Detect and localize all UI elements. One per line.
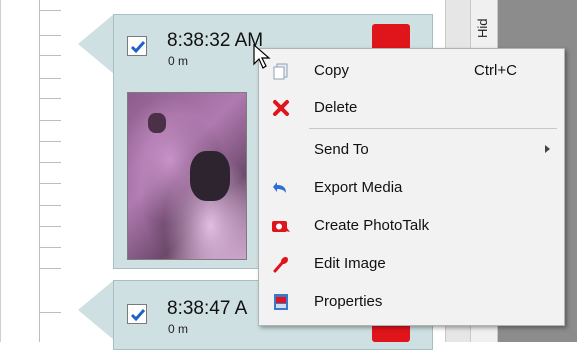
properties-icon [274,294,288,310]
timeline-left-border [0,0,1,342]
timeline-tick [39,226,61,227]
card-checkbox[interactable] [127,304,147,324]
menu-item-label: Send To [314,141,369,158]
phototalk-icon [272,221,290,232]
timeline-tick [39,268,61,269]
timeline-tick [39,183,61,184]
timeline-tick [39,141,61,142]
checkmark-icon [130,309,146,322]
menu-item-delete[interactable]: Delete [259,89,564,126]
card-distance: 0 m [168,322,189,336]
menu-item-create-phototalk[interactable]: Create PhotoTalk [259,207,564,244]
menu-item-copy[interactable]: Copy Ctrl+C [259,52,564,89]
context-menu: Copy Ctrl+C Delete Send To Export Media … [258,48,565,326]
menu-item-label: Create PhotoTalk [314,217,430,234]
timeline-tick [39,205,61,206]
copy-icon [273,63,288,80]
media-thumbnail[interactable] [127,92,247,260]
mouse-pointer-icon [253,44,271,69]
timeline-ruler [0,0,78,342]
menu-item-label: Copy [314,62,350,79]
card-time: 8:38:47 A [167,298,248,319]
card-pointer [78,14,114,74]
menu-item-label: Export Media [314,179,403,196]
menu-item-send-to[interactable]: Send To [259,131,564,168]
timeline-axis [39,0,40,342]
timeline-tick [39,10,61,11]
menu-item-label: Properties [314,293,383,310]
menu-item-label: Edit Image [314,255,386,272]
card-checkbox[interactable] [127,36,147,56]
menu-item-properties[interactable]: Properties [259,283,564,320]
menu-item-label: Delete [314,99,358,116]
menu-item-export-media[interactable]: Export Media [259,169,564,206]
timeline-tick [39,247,61,248]
menu-item-shortcut: Ctrl+C [474,62,517,79]
photo-detail [148,113,166,133]
checkmark-icon [130,41,146,54]
delete-x-icon [273,100,289,116]
submenu-arrow-icon [545,145,550,153]
edit-brush-icon [273,256,289,273]
phototalk-badge-icon[interactable] [372,24,410,50]
timeline-tick [39,162,61,163]
card-distance: 0 m [168,54,189,68]
timeline-tick [39,35,61,36]
hidden-panel-tab-label: Hid [475,18,490,38]
export-arrow-icon [273,182,286,193]
timeline-tick [39,55,61,56]
card-time: 8:38:32 AM [167,30,264,51]
menu-separator [309,128,557,129]
timeline-tick [39,312,61,313]
card-pointer [78,280,114,340]
timeline-tick [39,98,61,99]
timeline-tick [39,120,61,121]
photo-subject [190,151,230,201]
menu-item-edit-image[interactable]: Edit Image [259,245,564,282]
timeline-tick [39,78,61,79]
